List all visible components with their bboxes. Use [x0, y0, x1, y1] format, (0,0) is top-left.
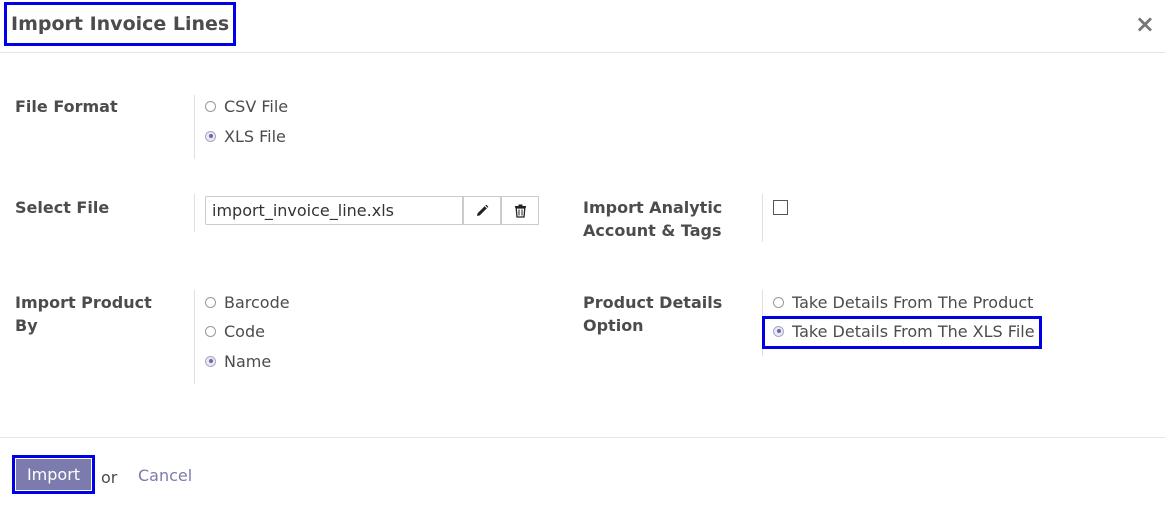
radio-code[interactable]: Code	[205, 320, 265, 342]
divider	[194, 95, 195, 159]
radio-label: Name	[224, 351, 272, 371]
select-file-label: Select File	[15, 198, 110, 217]
product-details-option-label: Product Details Option	[583, 291, 722, 337]
radio-name[interactable]: Name	[205, 350, 271, 372]
radio-indicator[interactable]	[205, 355, 216, 367]
cancel-button[interactable]: Cancel	[138, 466, 192, 485]
radio-label: XLS File	[224, 126, 286, 146]
divider	[194, 290, 195, 384]
label-line: Import Analytic	[583, 198, 723, 217]
import-analytic-label: Import Analytic Account & Tags	[583, 196, 722, 242]
radio-label: CSV File	[224, 96, 289, 116]
radio-take-details-from-product[interactable]: Take Details From The Product	[773, 291, 1033, 313]
dialog-title: Import Invoice Lines	[4, 2, 237, 46]
import-button-highlight: Import	[12, 455, 95, 494]
or-text: or	[101, 468, 118, 487]
footer-divider	[0, 437, 1165, 438]
import-button[interactable]: Import	[16, 459, 91, 490]
label-line: Account & Tags	[583, 221, 722, 240]
label-line: By	[15, 316, 38, 335]
divider	[194, 194, 195, 232]
radio-take-details-from-xls-file[interactable]: Take Details From The XLS File	[773, 320, 1035, 342]
radio-label: Take Details From The Product	[792, 292, 1034, 312]
label-line: Product Details	[583, 293, 723, 312]
trash-icon	[514, 204, 526, 218]
label-line: Import Product	[15, 293, 152, 312]
import-product-by-label: Import Product By	[15, 291, 152, 337]
file-name-field[interactable]: import_invoice_line.xls	[205, 196, 463, 225]
dialog-header: Import Invoice Lines ×	[0, 0, 1165, 53]
edit-file-button[interactable]	[463, 196, 501, 225]
file-format-label: File Format	[15, 97, 118, 116]
radio-indicator[interactable]	[205, 100, 216, 112]
radio-indicator[interactable]	[205, 130, 216, 142]
radio-xls-file[interactable]: XLS File	[205, 125, 286, 147]
divider	[762, 194, 763, 242]
radio-indicator[interactable]	[205, 296, 216, 308]
radio-indicator[interactable]	[773, 325, 784, 337]
radio-label: Take Details From The XLS File	[792, 321, 1035, 341]
pencil-icon	[477, 204, 489, 216]
import-analytic-checkbox[interactable]	[773, 200, 788, 215]
radio-barcode[interactable]: Barcode	[205, 291, 290, 313]
close-icon[interactable]: ×	[1135, 10, 1155, 38]
radio-csv-file[interactable]: CSV File	[205, 95, 288, 117]
label-line: Option	[583, 316, 644, 335]
radio-label: Code	[224, 321, 265, 341]
radio-label: Barcode	[224, 292, 290, 312]
radio-indicator[interactable]	[205, 325, 216, 337]
radio-indicator[interactable]	[773, 296, 784, 308]
delete-file-button[interactable]	[501, 196, 539, 225]
